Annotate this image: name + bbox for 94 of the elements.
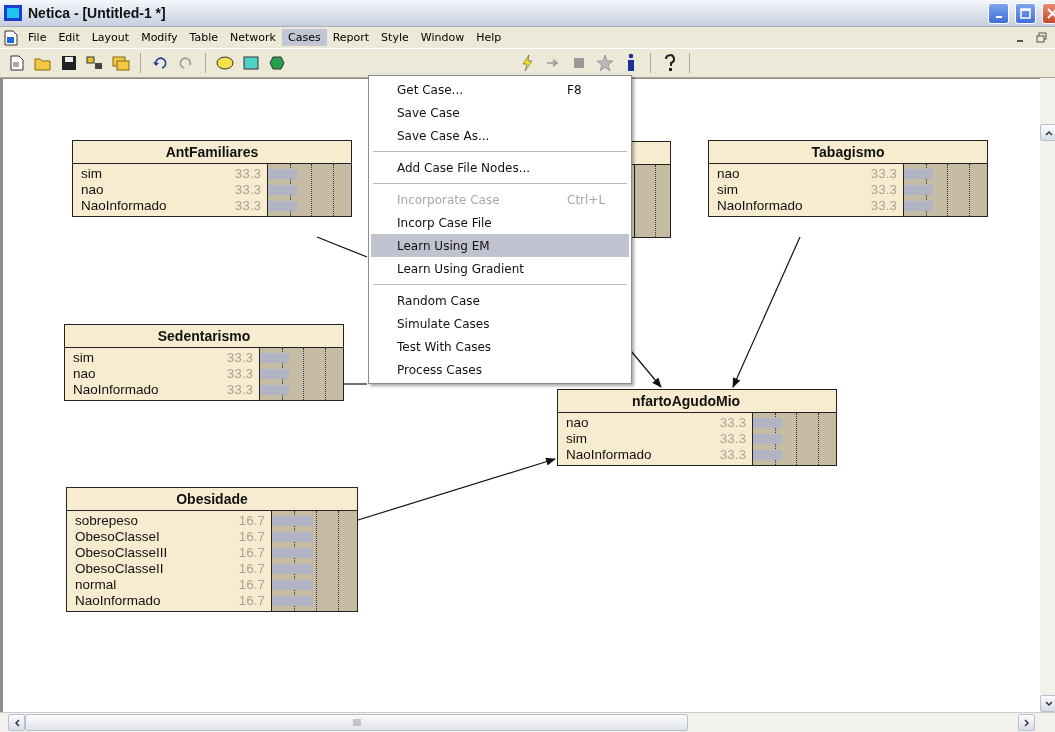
caret-down-icon xyxy=(1044,700,1053,707)
state-value: 16.7 xyxy=(237,561,266,577)
menu-option[interactable]: Add Case File Nodes... xyxy=(371,156,629,179)
state-name: ObesoClasseII xyxy=(74,561,165,577)
state-value: 33.3 xyxy=(869,166,898,182)
app-icon xyxy=(4,5,22,21)
scroll-left-button[interactable] xyxy=(8,714,25,731)
state-value: 33.3 xyxy=(225,350,254,366)
state-value: 16.7 xyxy=(237,529,266,545)
probability-bar xyxy=(272,516,313,526)
state-value: 33.3 xyxy=(225,382,254,398)
menu-option[interactable]: Learn Using EM xyxy=(371,234,629,257)
menu-item[interactable]: Network xyxy=(224,29,282,46)
probability-bar xyxy=(272,596,313,606)
menu-item[interactable]: Window xyxy=(414,29,471,46)
caret-right-icon xyxy=(1023,718,1030,727)
state-value: 33.3 xyxy=(718,447,747,463)
network-node[interactable]: Sedentarismo sim nao NaoInformado 33.3 33.3 33.3 xyxy=(64,324,344,401)
state-value: 33.3 xyxy=(718,431,747,447)
state-name: sim xyxy=(716,182,739,198)
caret-left-icon xyxy=(13,718,20,727)
window-title: Netica - [Untitled-1 *] xyxy=(28,5,167,21)
menu-item[interactable]: Help xyxy=(470,29,508,46)
arrow xyxy=(630,350,662,388)
menu-item[interactable]: File xyxy=(22,29,53,46)
state-value: 33.3 xyxy=(718,415,747,431)
state-name: ObesoClasseI xyxy=(74,529,161,545)
menu-option[interactable]: Get Case... F8 xyxy=(371,78,629,101)
close-icon xyxy=(1047,7,1055,19)
state-value: 16.7 xyxy=(237,513,266,529)
state-name: nao xyxy=(80,182,105,198)
menu-option[interactable]: Random Case xyxy=(371,289,629,312)
state-name: ObesoClasseIII xyxy=(74,545,169,561)
scroll-down-button[interactable] xyxy=(1040,695,1055,712)
state-name: sim xyxy=(565,431,588,447)
menu-option[interactable]: Test With Cases xyxy=(371,335,629,358)
menu-option[interactable]: Save Case As... xyxy=(371,124,629,147)
document-icon xyxy=(4,29,18,46)
grip-icon xyxy=(352,719,361,726)
menu-item[interactable]: Modify xyxy=(135,29,184,46)
menu-item[interactable]: Edit xyxy=(52,29,86,46)
state-name: NaoInformado xyxy=(80,198,168,214)
state-name: nao xyxy=(565,415,590,431)
state-value: 16.7 xyxy=(237,593,266,609)
menu-item[interactable]: Report xyxy=(326,29,376,46)
menu-item[interactable]: Layout xyxy=(85,29,136,46)
state-name: NaoInformado xyxy=(74,593,162,609)
state-name: nao xyxy=(716,166,741,182)
network-node[interactable]: nfartoAgudoMio nao sim NaoInformado 33.3 33.3 33.3 xyxy=(557,389,837,466)
star-icon[interactable] xyxy=(594,52,616,74)
network-node[interactable]: AntFamiliares sim nao NaoInformado 33.3 33.3 33.3 xyxy=(72,140,352,217)
state-name: NaoInformado xyxy=(565,447,653,463)
menu-option[interactable]: Incorp Case File xyxy=(371,211,629,234)
menu-option[interactable]: Learn Using Gradient xyxy=(371,257,629,280)
menu-option[interactable]: Process Cases xyxy=(371,358,629,381)
menu-option[interactable]: Save Case xyxy=(371,101,629,124)
network-node[interactable]: Tabagismo nao sim NaoInformado 33.3 33.3 33.3 xyxy=(708,140,988,217)
scroll-right-button[interactable] xyxy=(1018,714,1035,731)
connector-line xyxy=(316,236,368,258)
minimize-icon xyxy=(995,16,1002,18)
shortcut-label: F8 xyxy=(567,82,582,97)
connector-line xyxy=(343,383,368,385)
maximize-button[interactable] xyxy=(1015,2,1036,24)
state-value: 33.3 xyxy=(233,166,262,182)
probability-bar xyxy=(272,580,313,590)
restore-icon[interactable] xyxy=(1036,32,1047,43)
probability-bar xyxy=(272,564,313,574)
state-value: 33.3 xyxy=(225,366,254,382)
probability-bar xyxy=(272,532,313,542)
state-name: NaoInformado xyxy=(716,198,804,214)
probability-bar xyxy=(272,548,313,558)
shortcut-label: Ctrl+L xyxy=(567,192,606,207)
maximize-icon xyxy=(1020,7,1031,19)
minimize-button[interactable] xyxy=(988,2,1009,24)
state-name: sim xyxy=(80,166,103,182)
state-value: 33.3 xyxy=(869,182,898,198)
state-name: sobrepeso xyxy=(74,513,140,529)
state-name: sim xyxy=(72,350,95,366)
state-value: 16.7 xyxy=(237,577,266,593)
state-value: 33.3 xyxy=(233,198,262,214)
menu-option[interactable]: Simulate Cases xyxy=(371,312,629,335)
caret-up-icon xyxy=(1044,129,1053,136)
menu-item[interactable]: Cases xyxy=(282,29,327,46)
scroll-up-button[interactable] xyxy=(1040,124,1055,141)
network-node[interactable]: Obesidade sobrepeso ObesoClasseI ObesoClasseIII ObesoClasseII normal NaoInformado 16.7 16.7 16.7 16.7 16.7 16.7 xyxy=(66,487,358,612)
menu-item[interactable]: Table xyxy=(183,29,225,46)
state-name: NaoInformado xyxy=(72,382,160,398)
scrollbar-thumb[interactable] xyxy=(25,714,688,731)
state-name: normal xyxy=(74,577,118,593)
state-value: 16.7 xyxy=(237,545,266,561)
state-name: nao xyxy=(72,366,97,382)
menu-item[interactable]: Style xyxy=(375,29,415,46)
state-value: 33.3 xyxy=(869,198,898,214)
state-value: 33.3 xyxy=(233,182,262,198)
